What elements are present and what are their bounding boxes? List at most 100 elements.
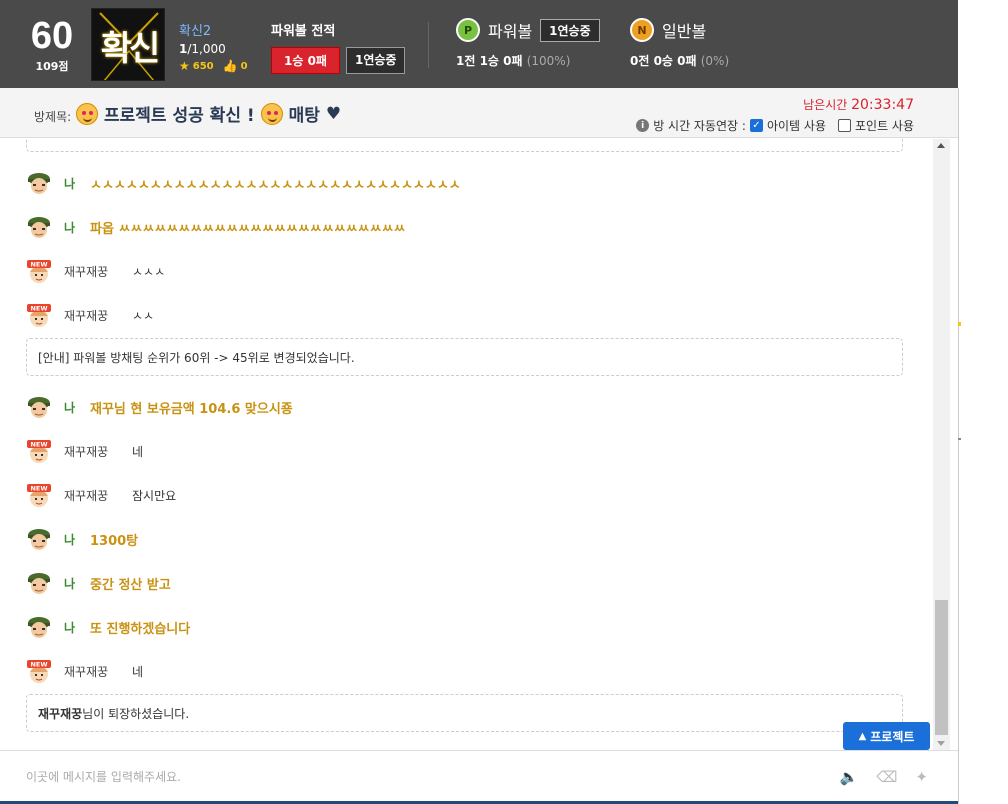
level-number: 60 xyxy=(30,15,74,57)
auto-extend-label: 방 시간 자동연장 : xyxy=(653,119,746,133)
chat-message: 나 ㅅㅅㅅㅅㅅㅅㅅㅅㅅㅅㅅㅅㅅㅅㅅㅅㅅㅅㅅㅅㅅㅅㅅㅅㅅㅅㅅㅅㅅㅅㅅ xyxy=(26,170,461,196)
soldier-avatar-icon[interactable] xyxy=(26,570,52,596)
right-panel-edge xyxy=(958,0,1008,804)
message-author[interactable]: 재꾸재꿍 xyxy=(64,663,120,680)
message-text: ㅅㅅㅅㅅㅅㅅㅅㅅㅅㅅㅅㅅㅅㅅㅅㅅㅅㅅㅅㅅㅅㅅㅅㅅㅅㅅㅅㅅㅅㅅㅅ xyxy=(90,177,461,193)
soldier-avatar-icon[interactable] xyxy=(26,214,52,240)
message-author[interactable]: 나 xyxy=(64,575,90,592)
profile-header: 60 109점 확신 확신2 1/1,000 ★ 650 👍 0 파워볼 전적 … xyxy=(0,0,958,88)
avatar[interactable]: 확신 xyxy=(91,8,165,81)
soldier-avatar-icon[interactable] xyxy=(26,394,52,420)
smiling-face-icon xyxy=(76,102,98,125)
chat-message: 나 중간 정산 받고 xyxy=(26,570,171,596)
svg-text:NEW: NEW xyxy=(30,305,47,313)
user-info: 확신2 1/1,000 ★ 650 👍 0 xyxy=(179,20,248,73)
project-button[interactable]: ▲ 프로젝트 xyxy=(843,722,930,750)
info-icon[interactable]: i xyxy=(636,119,650,132)
message-author[interactable]: 나 xyxy=(64,619,90,636)
message-text: ㅅㅅ xyxy=(132,308,155,323)
new-user-avatar-icon[interactable]: NEW xyxy=(26,302,52,328)
message-author[interactable]: 재꾸재꿍 xyxy=(64,487,120,504)
chat-message: NEW 재꾸재꿍 ㅅㅅ xyxy=(26,302,154,328)
svg-text:NEW: NEW xyxy=(30,485,47,493)
message-author[interactable]: 재꾸재꿍 xyxy=(64,263,120,280)
previous-notice xyxy=(26,139,903,152)
chat-scrollbar[interactable] xyxy=(933,139,950,750)
new-user-avatar-icon[interactable]: NEW xyxy=(26,482,52,508)
user-rank: 1/1,000 xyxy=(179,42,226,56)
new-user-avatar-icon[interactable]: NEW xyxy=(26,658,52,684)
powerball-stats: P 파워볼 1연승중 1전 1승 0패 (100%) xyxy=(456,18,600,69)
svg-text:NEW: NEW xyxy=(30,661,47,669)
magic-wand-icon[interactable]: ✦ xyxy=(915,768,928,786)
powerball-icon: P xyxy=(456,18,480,42)
soldier-avatar-icon[interactable] xyxy=(26,170,52,196)
system-notice: 재꾸재꿍 님이 퇴장하셨습니다. xyxy=(26,694,903,732)
svg-text:NEW: NEW xyxy=(30,261,47,269)
like-count: 0 xyxy=(240,60,248,72)
message-text: 파옵 ㅆㅆㅆㅆㅆㅆㅆㅆㅆㅆㅆㅆㅆㅆㅆㅆㅆㅆㅆㅆㅆㅆㅆㅆ xyxy=(90,221,406,237)
heart-icon: ♥ xyxy=(325,103,342,124)
chat-message: 나 파옵 ㅆㅆㅆㅆㅆㅆㅆㅆㅆㅆㅆㅆㅆㅆㅆㅆㅆㅆㅆㅆㅆㅆㅆㅆ xyxy=(26,214,406,240)
level-points: 109점 xyxy=(35,60,69,73)
avatar-text: 확신 xyxy=(100,29,161,69)
item-use-checkbox[interactable]: ✓ xyxy=(749,119,763,132)
star-count: 650 xyxy=(192,60,214,72)
smiling-face-icon xyxy=(260,102,283,125)
soldier-avatar-icon[interactable] xyxy=(26,526,52,552)
record-streak: 1연승중 xyxy=(345,47,406,74)
chat-message: NEW 재꾸재꿍 잠시만요 xyxy=(26,482,176,508)
message-input[interactable] xyxy=(26,767,806,787)
powerball-streak: 1연승중 xyxy=(540,18,600,42)
point-use-checkbox[interactable] xyxy=(837,119,851,132)
message-author[interactable]: 나 xyxy=(64,219,90,236)
room-title-label: 방제목: xyxy=(34,110,72,124)
header-divider xyxy=(428,22,429,68)
chat-message: NEW 재꾸재꿍 ㅅㅅㅅ xyxy=(26,258,165,284)
message-text: 중간 정산 받고 xyxy=(90,577,171,593)
normalball-result: 0전 0승 0패 (0%) xyxy=(630,54,730,68)
message-author[interactable]: 나 xyxy=(64,399,90,416)
soldier-avatar-icon[interactable] xyxy=(26,614,52,640)
normalball-stats: N 일반볼 0전 0승 0패 (0%) xyxy=(630,18,729,69)
remaining-time: 남은시간 20:33:47 xyxy=(803,97,914,113)
chat-message: 나 1300탕 xyxy=(26,526,138,552)
message-author[interactable]: 재꾸재꿍 xyxy=(64,443,120,460)
remaining-time-value: 20:33:47 xyxy=(851,97,914,113)
svg-text:NEW: NEW xyxy=(30,441,47,449)
user-name[interactable]: 확신2 xyxy=(179,20,248,39)
powerball-result: 1전 1승 0패 (100%) xyxy=(456,54,571,68)
message-text: 또 진행하겠습니다 xyxy=(90,621,191,637)
item-use-label[interactable]: 아이템 사용 xyxy=(767,117,826,134)
message-author[interactable]: 나 xyxy=(64,531,90,548)
message-author[interactable]: 나 xyxy=(64,175,90,192)
user-level: 60 109점 xyxy=(22,14,82,74)
message-input-bar: 🔈 ⌫ ✦ xyxy=(0,750,958,802)
new-user-avatar-icon[interactable]: NEW xyxy=(26,258,52,284)
scroll-thumb[interactable] xyxy=(935,600,948,735)
record-title: 파워볼 전적 xyxy=(271,24,336,39)
star-icon: ★ xyxy=(179,59,190,73)
chat-message: 나 재꾸님 현 보유금액 104.6 맞으시죵 xyxy=(26,394,293,420)
chat-log[interactable]: 나 ㅅㅅㅅㅅㅅㅅㅅㅅㅅㅅㅅㅅㅅㅅㅅㅅㅅㅅㅅㅅㅅㅅㅅㅅㅅㅅㅅㅅㅅㅅㅅ 나 파옵 ㅆㅆㅆㅆ… xyxy=(0,139,933,750)
system-notice: [안내] 파워볼 방채팅 순위가 60위 -> 45위로 변경되었습니다. xyxy=(26,338,903,376)
triangle-up-icon: ▲ xyxy=(858,730,867,742)
room-title-bar: 방제목: 프로젝트 성공 확신 ! 매탕 ♥ 남은시간 20:33:47 i 방… xyxy=(0,88,958,138)
room-options: i 방 시간 자동연장 : ✓ 아이템 사용 포인트 사용 xyxy=(636,117,914,134)
user-stats: ★ 650 👍 0 xyxy=(179,59,248,73)
normalball-icon: N xyxy=(630,18,654,42)
eraser-icon[interactable]: ⌫ xyxy=(876,768,897,786)
powerball-label: 파워볼 xyxy=(488,22,533,41)
message-text: 잠시만요 xyxy=(132,488,177,503)
new-user-avatar-icon[interactable]: NEW xyxy=(26,438,52,464)
room-title: 프로젝트 성공 확신 ! 매탕 ♥ xyxy=(76,101,341,126)
speaker-icon[interactable]: 🔈 xyxy=(840,768,859,786)
point-use-label[interactable]: 포인트 사용 xyxy=(855,117,914,134)
chat-message: NEW 재꾸재꿍 네 xyxy=(26,438,143,464)
normalball-label: 일반볼 xyxy=(662,22,707,41)
scroll-up-arrow-icon[interactable] xyxy=(937,143,945,148)
message-author[interactable]: 재꾸재꿍 xyxy=(64,307,120,324)
scroll-down-arrow-icon[interactable] xyxy=(937,741,945,746)
message-text: 네 xyxy=(132,444,144,459)
thumbs-up-icon: 👍 xyxy=(222,59,238,73)
